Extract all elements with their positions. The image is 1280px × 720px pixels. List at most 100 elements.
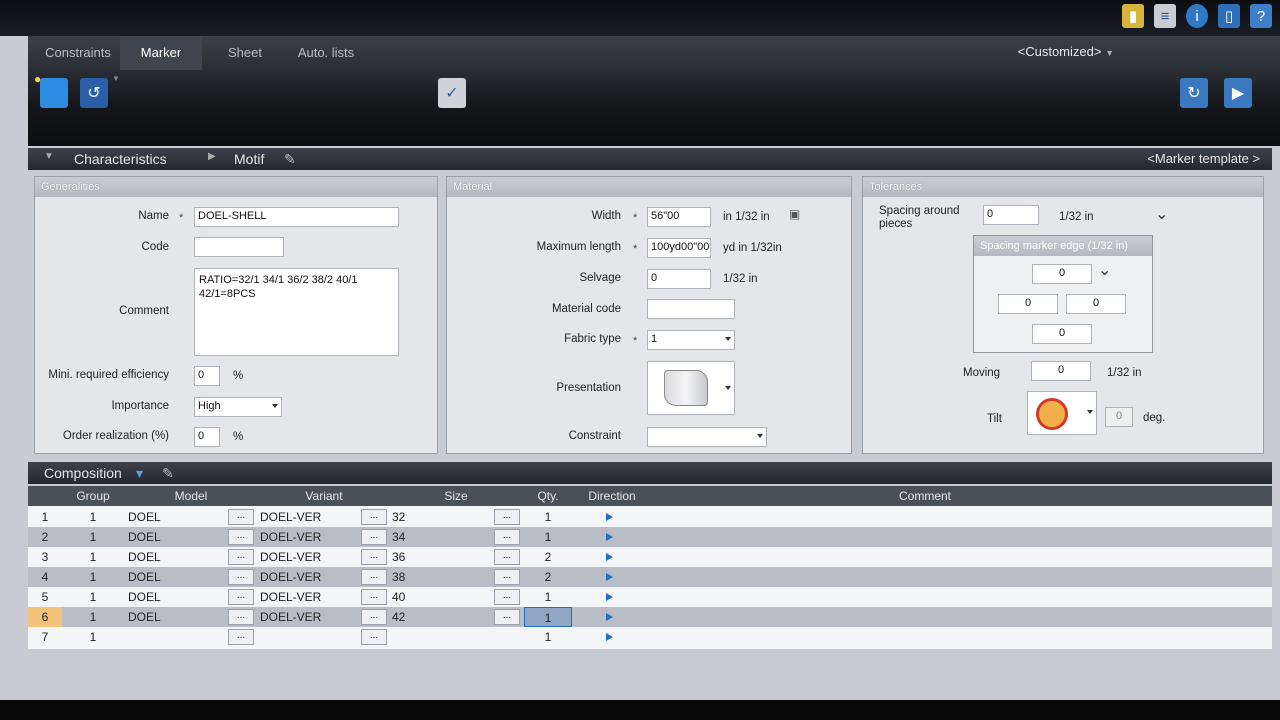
arrow-right-icon[interactable] [606,573,613,581]
size-browse-button[interactable]: ... [494,509,520,525]
variant-browse-button[interactable]: ... [361,629,387,645]
shirt-icon[interactable]: ▾ [136,465,143,482]
variant-cell[interactable]: DOEL-VER [260,547,321,567]
model-cell[interactable]: DOEL [128,507,161,527]
size-browse-button[interactable]: ... [494,549,520,565]
open-marker-icon[interactable]: ↺ [80,78,108,108]
size-browse-button[interactable]: ... [494,589,520,605]
book-icon[interactable]: ▯ [1218,4,1240,28]
col-size[interactable]: Size [390,489,522,503]
eraser-icon[interactable]: ✎ [284,151,296,168]
arrow-right-icon[interactable] [606,553,613,561]
table-row[interactable]: 1 1 DOEL ... DOEL-VER ... 32 ... 1 [28,507,1272,527]
max-length-field[interactable]: 100yd00"00 [647,238,711,258]
variant-cell[interactable]: DOEL-VER [260,587,321,607]
group-cell[interactable]: 1 [64,547,122,567]
model-browse-button[interactable]: ... [228,509,254,525]
size-cell[interactable]: 40 [392,587,405,607]
row-number[interactable]: 4 [28,567,62,587]
motif-label[interactable]: Motif [234,151,264,167]
model-browse-button[interactable]: ... [228,529,254,545]
info-icon[interactable]: i [1186,4,1208,28]
size-cell[interactable]: 36 [392,547,405,567]
col-direction[interactable]: Direction [574,489,650,503]
variant-browse-button[interactable]: ... [361,569,387,585]
model-cell[interactable]: DOEL [128,587,161,607]
col-qty[interactable]: Qty. [522,489,574,503]
model-cell[interactable]: DOEL [128,567,161,587]
qty-cell[interactable]: 1 [524,627,572,647]
customized-menu[interactable]: <Customized> ▼ [1018,44,1114,59]
selvage-field[interactable]: 0 [647,269,711,289]
table-row[interactable]: 7 1 ... ... 1 [28,627,1272,647]
size-cell[interactable]: 38 [392,567,405,587]
model-cell[interactable]: DOEL [128,607,161,627]
tilt-select[interactable] [1027,391,1097,435]
group-cell[interactable]: 1 [64,627,122,647]
group-cell[interactable]: 1 [64,507,122,527]
col-variant[interactable]: Variant [258,489,390,503]
refresh-icon[interactable]: ↻ [1180,78,1208,108]
variant-browse-button[interactable]: ... [361,529,387,545]
table-row[interactable]: 3 1 DOEL ... DOEL-VER ... 36 ... 2 [28,547,1272,567]
code-field[interactable] [194,237,284,257]
folder-icon[interactable]: ▮ [1122,4,1144,28]
eraser-icon[interactable]: ✎ [162,465,174,482]
variant-cell[interactable]: DOEL-VER [260,607,321,627]
variant-browse-button[interactable]: ... [361,589,387,605]
tab-sheet[interactable]: Sheet [210,36,280,70]
size-cell[interactable]: 32 [392,507,405,527]
model-cell[interactable]: DOEL [128,547,161,567]
qty-cell[interactable]: 1 [524,507,572,527]
new-marker-icon[interactable]: ● [34,72,68,108]
importance-select[interactable]: High [194,397,282,417]
comment-field[interactable]: RATIO=32/1 34/1 36/2 38/2 40/1 42/1=8PCS [194,268,399,356]
variant-cell[interactable]: DOEL-VER [260,507,321,527]
chevron-down-icon[interactable]: ▼ [112,74,120,83]
model-browse-button[interactable]: ... [228,629,254,645]
marker-template-menu[interactable]: <Marker template > [1147,151,1260,166]
group-cell[interactable]: 1 [64,567,122,587]
col-comment[interactable]: Comment [650,489,1200,503]
size-cell[interactable]: 34 [392,527,405,547]
variant-cell[interactable]: DOEL-VER [260,567,321,587]
chevron-down-icon[interactable]: ⌄ [1155,204,1168,224]
clipboard-icon[interactable]: ≡ [1154,4,1176,28]
edge-right-field[interactable]: 0 [1066,294,1126,314]
model-browse-button[interactable]: ... [228,549,254,565]
table-row[interactable]: 5 1 DOEL ... DOEL-VER ... 40 ... 1 [28,587,1272,607]
checklist-icon[interactable]: ✓ [438,78,466,108]
arrow-right-icon[interactable] [606,533,613,541]
model-cell[interactable]: DOEL [128,527,161,547]
collapse-icon[interactable]: ▼ [44,151,54,162]
group-cell[interactable]: 1 [64,607,122,627]
edge-left-field[interactable]: 0 [998,294,1058,314]
variant-browse-button[interactable]: ... [361,509,387,525]
col-model[interactable]: Model [126,489,256,503]
variant-browse-button[interactable]: ... [361,549,387,565]
constraint-select[interactable] [647,427,767,447]
model-browse-button[interactable]: ... [228,569,254,585]
tab-auto-lists[interactable]: Auto. lists [286,36,366,70]
row-number[interactable]: 7 [28,627,62,647]
size-browse-button[interactable]: ... [494,529,520,545]
arrow-right-icon[interactable] [606,633,613,641]
row-number[interactable]: 6 [28,607,62,627]
row-number[interactable]: 5 [28,587,62,607]
arrow-right-icon[interactable] [606,613,613,621]
col-group[interactable]: Group [64,489,122,503]
help-icon[interactable]: ? [1250,4,1272,28]
variant-cell[interactable]: DOEL-VER [260,527,321,547]
model-browse-button[interactable]: ... [228,609,254,625]
moving-field[interactable]: 0 [1031,361,1091,381]
table-row[interactable]: 2 1 DOEL ... DOEL-VER ... 34 ... 1 [28,527,1272,547]
qty-cell[interactable]: 2 [524,567,572,587]
tab-constraints[interactable]: Constraints [32,36,124,70]
model-browse-button[interactable]: ... [228,589,254,605]
variant-browse-button[interactable]: ... [361,609,387,625]
edge-top-field[interactable]: 0 [1032,264,1092,284]
table-row[interactable]: 4 1 DOEL ... DOEL-VER ... 38 ... 2 [28,567,1272,587]
row-number[interactable]: 3 [28,547,62,567]
table-row[interactable]: 6 1 DOEL ... DOEL-VER ... 42 ... 1 [28,607,1272,627]
presentation-select[interactable] [647,361,735,415]
